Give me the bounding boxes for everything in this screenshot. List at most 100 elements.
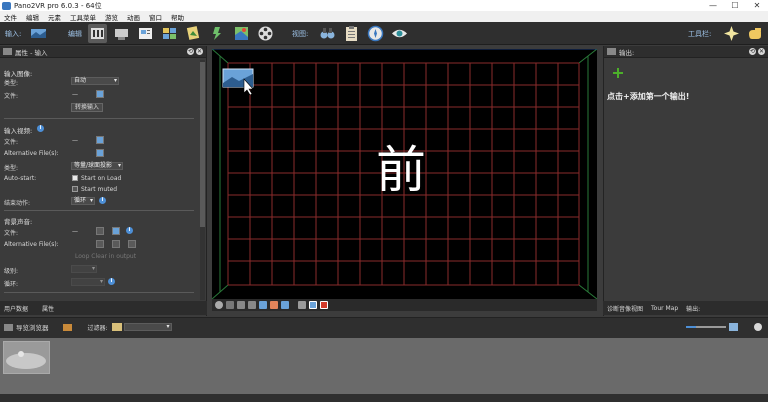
video-file-value: — [72, 137, 78, 144]
sound-alt-label: Alternative File(s): [4, 241, 59, 248]
hotspots-button[interactable] [136, 24, 155, 43]
tab-diagnostic-view[interactable]: 诊断音像视图 [607, 304, 643, 313]
tab-output[interactable]: 输出: [686, 304, 700, 313]
filter-tag-icon[interactable] [111, 323, 122, 331]
input-video-heading: 输入视频: [4, 127, 33, 135]
image-file-value: — [72, 91, 78, 98]
hotspot-view-icon[interactable] [259, 301, 267, 309]
menu-animation[interactable]: 动画 [127, 12, 140, 22]
map-button[interactable] [232, 24, 251, 43]
tab-tour-map[interactable]: Tour Map [651, 305, 678, 312]
sound-info-icon[interactable]: i [126, 227, 133, 234]
sound-level-field[interactable] [71, 265, 97, 273]
end-action-select[interactable]: 循环 [71, 197, 95, 205]
user-icon[interactable] [62, 323, 72, 331]
filter-select[interactable] [123, 323, 172, 331]
main-toolbar: 输入: 编辑 视图: 工具栏: [0, 22, 768, 45]
minimize-button[interactable]: — [702, 0, 724, 11]
live-view-button[interactable] [390, 24, 409, 43]
info-icon[interactable] [215, 301, 223, 309]
start-muted-label: Start muted [81, 186, 118, 193]
tour-list-button[interactable] [342, 24, 361, 43]
panorama-thumbnail[interactable] [3, 341, 50, 374]
ruler-icon[interactable] [248, 301, 256, 309]
patches-button[interactable] [112, 24, 131, 43]
video-type-select[interactable]: 等量/球面投影 [71, 162, 123, 170]
compass-icon [367, 25, 384, 42]
large-thumbnail-icon[interactable] [729, 323, 738, 331]
assistant-button[interactable] [722, 24, 741, 43]
autostart-label: Auto-start: [4, 175, 37, 182]
sound-loop-field[interactable] [71, 278, 105, 286]
frame-icon[interactable] [309, 301, 317, 309]
sound-view-icon[interactable] [281, 301, 289, 309]
sound-file-clear-icon[interactable] [96, 227, 104, 235]
plus-icon[interactable] [613, 68, 623, 78]
close-button[interactable]: ✕ [746, 0, 768, 11]
crosshair-icon[interactable] [226, 301, 234, 309]
tab-user-data[interactable]: 用户数据 [4, 304, 28, 313]
hand-icon [749, 28, 761, 39]
properties-scrollbar[interactable] [200, 60, 205, 300]
panel-float-icon[interactable]: ⟲ [187, 48, 194, 55]
sound-file-value: — [72, 228, 78, 235]
input-panorama-button[interactable] [29, 24, 48, 43]
menu-elements[interactable]: 元素 [48, 12, 61, 22]
sound-alt-clear-icon[interactable] [96, 240, 104, 248]
thumbnail-size-slider[interactable] [686, 326, 726, 328]
divider [4, 210, 194, 211]
browser-close-icon[interactable] [754, 323, 762, 331]
animation-button[interactable] [208, 24, 227, 43]
sound-loop-label: 循环: [4, 281, 19, 288]
tour-browser-title: 导览浏览器 [16, 324, 49, 332]
sync-button[interactable] [366, 24, 385, 43]
viewing-params-button[interactable] [88, 24, 107, 43]
panel-close-icon[interactable]: ✕ [196, 48, 203, 55]
output-close-icon[interactable]: ✕ [758, 48, 765, 55]
menu-help[interactable]: 帮助 [171, 12, 184, 22]
tour-browser-button[interactable] [160, 24, 179, 43]
start-on-load-checkbox[interactable] [72, 175, 78, 181]
image-type-select[interactable]: 自动 [71, 77, 119, 85]
video-alt-label: Alternative File(s): [4, 150, 59, 157]
video-button[interactable] [256, 24, 275, 43]
start-muted-checkbox[interactable] [72, 186, 78, 192]
menu-file[interactable]: 文件 [4, 12, 17, 22]
patch-view-icon[interactable] [270, 301, 278, 309]
panel-icon [3, 48, 12, 55]
sound-alt-settings-icon[interactable] [112, 240, 120, 248]
menu-window[interactable]: 窗口 [149, 12, 162, 22]
menu-edit[interactable]: 编辑 [26, 12, 39, 22]
panorama-viewport[interactable]: 前 [212, 49, 597, 299]
viewing-params-icon [91, 28, 104, 39]
grid-icon[interactable] [237, 301, 245, 309]
maximize-button[interactable]: ☐ [724, 0, 746, 11]
sound-alt-open-icon[interactable] [128, 240, 136, 248]
binoculars-icon [320, 28, 335, 39]
scrollbar-thumb[interactable] [200, 62, 205, 227]
tab-properties[interactable]: 属性 [42, 304, 54, 313]
video-alt-open-icon[interactable] [96, 149, 104, 157]
convert-input-button[interactable]: 转换输入 [71, 103, 104, 112]
sound-file-open-icon[interactable] [112, 227, 120, 235]
output-float-icon[interactable]: ⟲ [749, 48, 756, 55]
gallery-button[interactable] [184, 24, 203, 43]
preview-button[interactable] [318, 24, 337, 43]
eye-icon [392, 29, 407, 38]
target-icon[interactable] [298, 301, 306, 309]
output-panel-header: 输出: ⟲ ✕ [604, 46, 768, 58]
record-icon[interactable] [320, 301, 328, 309]
background-sound-heading: 背景声音: [4, 218, 33, 226]
help-button[interactable] [745, 24, 764, 43]
video-info-icon[interactable]: i [37, 125, 44, 132]
divider [4, 118, 194, 119]
output-panel-icon [607, 48, 616, 55]
end-action-info-icon[interactable]: i [99, 197, 106, 204]
sound-loop-info-icon[interactable]: i [108, 278, 115, 285]
menu-tools[interactable]: 工具菜单 [70, 12, 96, 22]
film-reel-icon [258, 26, 273, 41]
video-file-open-icon[interactable] [96, 136, 104, 144]
image-file-open-icon[interactable] [96, 90, 104, 98]
menu-tour[interactable]: 游览 [105, 12, 118, 22]
image-type-label: 类型: [4, 80, 19, 87]
